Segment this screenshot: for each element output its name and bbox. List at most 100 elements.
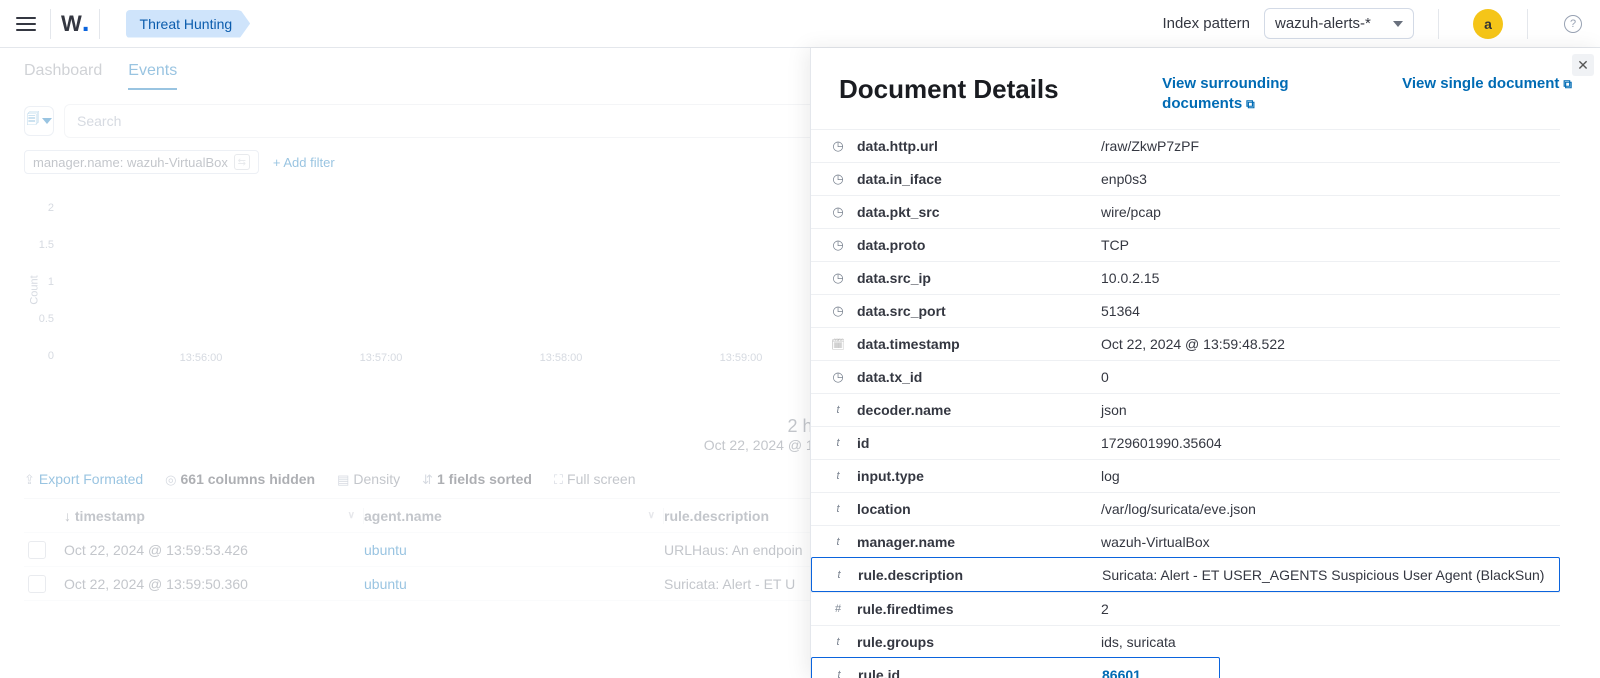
field-key: data.proto [857, 237, 1101, 253]
th-agent[interactable]: agent.name [364, 508, 442, 524]
hits-count: 2 h [787, 416, 812, 436]
field-type-icon [829, 303, 847, 319]
field-type-icon [829, 470, 847, 482]
field-row[interactable]: data.src_port51364 [811, 294, 1560, 327]
th-rule[interactable]: rule.description [664, 508, 769, 524]
field-row[interactable]: manager.namewazuh-VirtualBox [811, 525, 1560, 558]
field-row[interactable]: rule.firedtimes2 [811, 592, 1560, 625]
field-key: input.type [857, 468, 1101, 484]
field-type-icon [829, 204, 847, 220]
tab-events[interactable]: Events [128, 62, 177, 90]
field-value: 86601 [1102, 667, 1219, 678]
xtick: 13:59:00 [720, 352, 763, 364]
field-value: 10.0.2.15 [1101, 270, 1560, 286]
field-row[interactable]: data.src_ip10.0.2.15 [811, 261, 1560, 294]
field-value: /raw/ZkwP7zPF [1101, 138, 1560, 154]
index-pattern-value: wazuh-alerts-* [1275, 15, 1371, 32]
field-row[interactable]: data.in_ifaceenp0s3 [811, 162, 1560, 195]
field-key: data.http.url [857, 138, 1101, 154]
ytick: 1 [38, 276, 54, 288]
field-type-icon [829, 369, 847, 385]
ytick: 1.5 [38, 239, 54, 251]
field-row[interactable]: input.typelog [811, 459, 1560, 492]
field-type-icon [829, 138, 847, 154]
field-row[interactable]: decoder.namejson [811, 393, 1560, 426]
logo[interactable]: W. [61, 11, 89, 37]
divider [1527, 9, 1528, 39]
field-key: data.pkt_src [857, 204, 1101, 220]
field-row[interactable]: data.timestampOct 22, 2024 @ 13:59:48.52… [811, 327, 1560, 360]
field-row[interactable]: id1729601990.35604 [811, 426, 1560, 459]
field-type-icon [829, 603, 847, 615]
sort-button[interactable]: ⇵1 fields sorted [422, 471, 532, 488]
field-value: 0 [1101, 369, 1560, 385]
inspect-icon[interactable] [28, 575, 46, 593]
field-row[interactable]: rule.groupsids, suricata [811, 625, 1560, 658]
field-key: rule.description [858, 567, 1102, 583]
filter-pill-label: manager.name: wazuh-VirtualBox [33, 155, 228, 170]
field-key: id [857, 435, 1101, 451]
field-value: 51364 [1101, 303, 1560, 319]
highlighted-field: rule.id86601 [811, 657, 1220, 678]
fullscreen-button[interactable]: ⛶Full screen [554, 471, 636, 488]
external-link-icon: ⧉ [1563, 77, 1572, 93]
export-button[interactable]: ⇪Export Formated [24, 471, 143, 488]
th-timestamp[interactable]: timestamp [75, 508, 145, 524]
flyout-title: Document Details [839, 74, 1059, 105]
field-type-icon [830, 669, 848, 678]
avatar[interactable]: a [1473, 9, 1503, 39]
help-icon[interactable]: ? [1564, 15, 1582, 33]
field-type-icon [829, 338, 847, 351]
document-details-flyout: ✕ Document Details View surrounding docu… [810, 48, 1600, 678]
field-type-icon [829, 171, 847, 187]
saved-query-button[interactable]: 🗐 [24, 106, 54, 136]
filter-pill[interactable]: manager.name: wazuh-VirtualBox ⇆ [24, 150, 259, 174]
index-pattern-label: Index pattern [1162, 15, 1250, 32]
breadcrumb[interactable]: Threat Hunting [126, 10, 251, 38]
field-key: rule.id [858, 667, 1102, 678]
field-value: 1729601990.35604 [1101, 435, 1560, 451]
field-value: wire/pcap [1101, 204, 1560, 220]
field-value: /var/log/suricata/eve.json [1101, 501, 1560, 517]
divider [1438, 9, 1439, 39]
field-key: decoder.name [857, 402, 1101, 418]
field-row[interactable]: data.protoTCP [811, 228, 1560, 261]
xtick: 13:57:00 [360, 352, 403, 364]
field-row[interactable]: rule.descriptionSuricata: Alert - ET USE… [812, 558, 1559, 591]
xtick: 13:58:00 [540, 352, 583, 364]
external-link-icon: ⧉ [1246, 97, 1255, 113]
field-key: location [857, 501, 1101, 517]
field-key: data.tx_id [857, 369, 1101, 385]
inspect-icon[interactable] [28, 541, 46, 559]
field-row[interactable]: data.pkt_srcwire/pcap [811, 195, 1560, 228]
field-type-icon [829, 404, 847, 416]
density-button[interactable]: ▤Density [337, 471, 400, 488]
add-filter-button[interactable]: + Add filter [273, 155, 335, 170]
field-value: TCP [1101, 237, 1560, 253]
tab-dashboard[interactable]: Dashboard [24, 62, 102, 90]
field-row[interactable]: location/var/log/suricata/eve.json [811, 492, 1560, 525]
index-pattern-select[interactable]: wazuh-alerts-* [1264, 8, 1414, 39]
field-value: json [1101, 402, 1560, 418]
view-surrounding-link[interactable]: View surrounding documents⧉ [1162, 74, 1342, 113]
ytick: 0.5 [38, 313, 54, 325]
cell-agent[interactable]: ubuntu [364, 576, 664, 592]
field-key: data.timestamp [857, 336, 1101, 352]
field-value: log [1101, 468, 1560, 484]
topbar: W. Threat Hunting Index pattern wazuh-al… [0, 0, 1600, 48]
swap-icon[interactable]: ⇆ [234, 154, 250, 170]
field-value: Oct 22, 2024 @ 13:59:48.522 [1101, 336, 1560, 352]
field-row[interactable]: data.http.url/raw/ZkwP7zPF [811, 129, 1560, 162]
field-value: ids, suricata [1101, 634, 1560, 650]
cell-agent[interactable]: ubuntu [364, 542, 664, 558]
columns-hidden-button[interactable]: ◎661 columns hidden [165, 471, 315, 488]
ytick: 2 [38, 202, 54, 214]
ytick: 0 [38, 350, 54, 362]
menu-icon[interactable] [12, 13, 40, 35]
chevron-down-icon [1393, 21, 1403, 27]
field-row[interactable]: rule.id86601 [812, 658, 1219, 678]
close-icon[interactable]: ✕ [1572, 54, 1594, 76]
view-single-link[interactable]: View single document⧉ [1402, 74, 1572, 113]
field-row[interactable]: data.tx_id0 [811, 360, 1560, 393]
field-type-icon [830, 569, 848, 581]
